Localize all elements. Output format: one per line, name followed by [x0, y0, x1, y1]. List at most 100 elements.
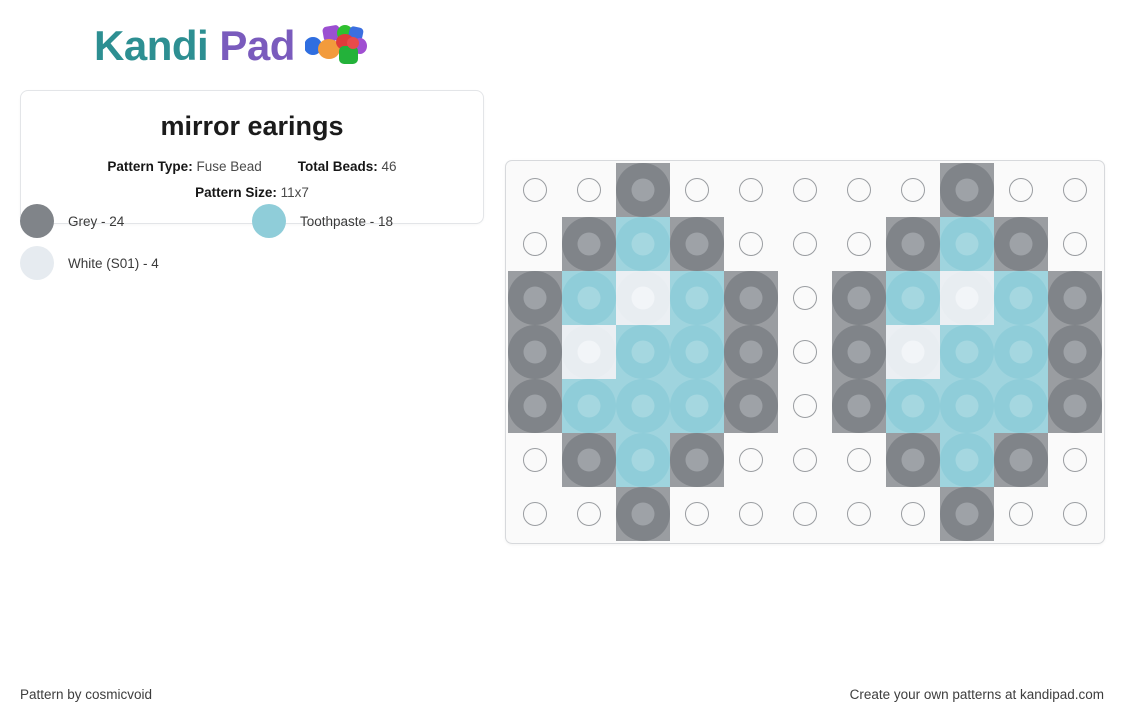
- bead-cell[interactable]: [886, 217, 940, 271]
- bead-cell[interactable]: [778, 487, 832, 541]
- footer-credit: Pattern by cosmicvoid: [20, 686, 153, 702]
- bead-hole: [847, 286, 871, 310]
- bead-cell[interactable]: [994, 379, 1048, 433]
- bead-cell[interactable]: [616, 433, 670, 487]
- bead-cell[interactable]: [562, 163, 616, 217]
- bead-cell[interactable]: [1048, 163, 1102, 217]
- bead-cell[interactable]: [1048, 433, 1102, 487]
- bead-cell[interactable]: [616, 271, 670, 325]
- bead-cell[interactable]: [1048, 487, 1102, 541]
- pattern-meta-row-1: Pattern Type: Fuse Bead Total Beads: 46: [39, 154, 465, 180]
- bead-cell[interactable]: [1048, 379, 1102, 433]
- bead-cell[interactable]: [886, 487, 940, 541]
- bead-cell[interactable]: [670, 487, 724, 541]
- bead-cell[interactable]: [670, 379, 724, 433]
- bead-hole: [955, 448, 979, 472]
- pattern-type-label: Pattern Type:: [107, 159, 193, 175]
- bead-cell[interactable]: [562, 379, 616, 433]
- bead-cell[interactable]: [508, 163, 562, 217]
- bead-cell[interactable]: [670, 271, 724, 325]
- bead-cell[interactable]: [940, 487, 994, 541]
- bead-cell[interactable]: [778, 325, 832, 379]
- bead-cell[interactable]: [670, 325, 724, 379]
- pattern-grid[interactable]: [508, 163, 1102, 541]
- bead-hole: [955, 340, 979, 364]
- bead-cell[interactable]: [940, 433, 994, 487]
- bead-cell[interactable]: [724, 487, 778, 541]
- empty-bead-ring-icon: [685, 502, 709, 526]
- bead-cell[interactable]: [832, 487, 886, 541]
- kandi-beads-icon: [304, 24, 367, 68]
- bead-cell[interactable]: [886, 379, 940, 433]
- bead-cell[interactable]: [1048, 325, 1102, 379]
- bead-hole: [901, 232, 925, 256]
- bead-cell[interactable]: [616, 379, 670, 433]
- site-logo[interactable]: Kandi Pad: [94, 24, 367, 68]
- bead-cell[interactable]: [778, 163, 832, 217]
- bead-cell[interactable]: [778, 217, 832, 271]
- bead-cell[interactable]: [1048, 217, 1102, 271]
- empty-bead-ring-icon: [847, 178, 871, 202]
- bead-cell[interactable]: [832, 433, 886, 487]
- bead-hole: [955, 286, 979, 310]
- bead-cell[interactable]: [994, 217, 1048, 271]
- bead-cell[interactable]: [940, 271, 994, 325]
- bead-cell[interactable]: [940, 163, 994, 217]
- bead-cell[interactable]: [994, 271, 1048, 325]
- bead-cell[interactable]: [508, 217, 562, 271]
- bead-cell[interactable]: [832, 271, 886, 325]
- bead-cell[interactable]: [508, 325, 562, 379]
- bead-cell[interactable]: [994, 487, 1048, 541]
- bead-cell[interactable]: [724, 163, 778, 217]
- bead-cell[interactable]: [724, 217, 778, 271]
- bead-cell[interactable]: [670, 217, 724, 271]
- bead-hole: [577, 448, 601, 472]
- bead-hole: [1063, 340, 1087, 364]
- bead-cell[interactable]: [670, 163, 724, 217]
- empty-bead-ring-icon: [793, 286, 817, 310]
- bead-cell[interactable]: [508, 379, 562, 433]
- bead-cell[interactable]: [724, 271, 778, 325]
- bead-cell[interactable]: [616, 217, 670, 271]
- empty-bead-ring-icon: [739, 448, 763, 472]
- bead-cell[interactable]: [562, 271, 616, 325]
- bead-cell[interactable]: [994, 433, 1048, 487]
- bead-cell[interactable]: [832, 163, 886, 217]
- bead-hole: [847, 340, 871, 364]
- footer-promo[interactable]: Create your own patterns at kandipad.com: [850, 687, 1104, 702]
- bead-cell[interactable]: [832, 217, 886, 271]
- bead-cell[interactable]: [832, 379, 886, 433]
- bead-cell[interactable]: [940, 217, 994, 271]
- empty-bead-ring-icon: [523, 232, 547, 256]
- bead-cell[interactable]: [616, 163, 670, 217]
- bead-cell[interactable]: [886, 163, 940, 217]
- bead-cell[interactable]: [994, 325, 1048, 379]
- bead-cell[interactable]: [724, 379, 778, 433]
- bead-cell[interactable]: [508, 487, 562, 541]
- bead-cell[interactable]: [670, 433, 724, 487]
- bead-cell[interactable]: [562, 217, 616, 271]
- bead-cell[interactable]: [724, 325, 778, 379]
- bead-cell[interactable]: [940, 325, 994, 379]
- bead-cell[interactable]: [832, 325, 886, 379]
- bead-cell[interactable]: [886, 325, 940, 379]
- bead-cell[interactable]: [616, 325, 670, 379]
- pattern-grid-panel[interactable]: [505, 160, 1105, 544]
- bead-cell[interactable]: [508, 433, 562, 487]
- bead-cell[interactable]: [778, 433, 832, 487]
- empty-bead-ring-icon: [1063, 178, 1087, 202]
- bead-cell[interactable]: [994, 163, 1048, 217]
- bead-cell[interactable]: [508, 271, 562, 325]
- bead-cell[interactable]: [778, 379, 832, 433]
- bead-cell[interactable]: [562, 433, 616, 487]
- bead-cell[interactable]: [886, 433, 940, 487]
- bead-cell[interactable]: [562, 325, 616, 379]
- bead-cell[interactable]: [940, 379, 994, 433]
- bead-cell[interactable]: [778, 271, 832, 325]
- empty-bead-ring-icon: [1009, 178, 1033, 202]
- bead-cell[interactable]: [616, 487, 670, 541]
- bead-cell[interactable]: [886, 271, 940, 325]
- bead-cell[interactable]: [562, 487, 616, 541]
- bead-cell[interactable]: [724, 433, 778, 487]
- bead-cell[interactable]: [1048, 271, 1102, 325]
